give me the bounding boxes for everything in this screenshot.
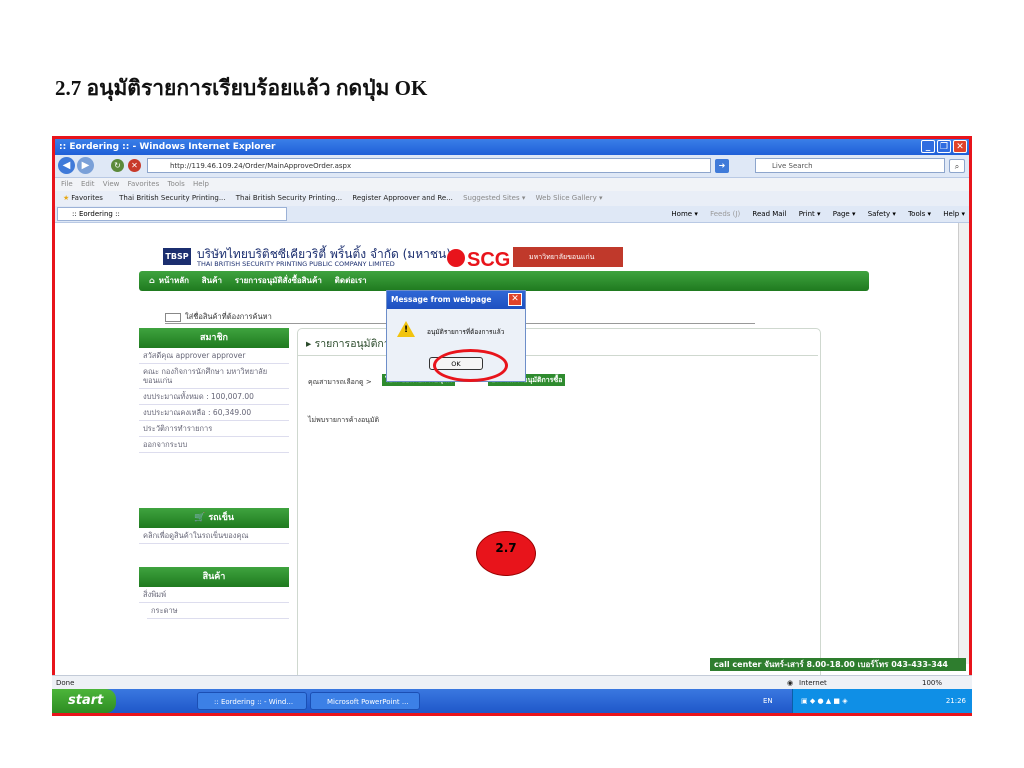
products-box: สินค้า สิ่งพิมพ์ กระดาษ: [139, 567, 289, 619]
product-category-paper[interactable]: กระดาษ: [147, 603, 289, 619]
no-pending-text: ไม่พบรายการค้างอนุมัติ: [308, 416, 380, 424]
cart-title-text: รถเข็น: [208, 513, 235, 523]
member-history-link[interactable]: ประวัติการทำรายการ: [139, 421, 289, 437]
dialog-message: อนุมัติรายการที่ต้องการแล้ว: [427, 328, 505, 336]
menu-bar: File Edit View Favorites Tools Help: [55, 178, 969, 191]
slide-heading: 2.7 อนุมัติรายการเรียบร้อยแล้ว กดปุ่ม OK: [55, 76, 428, 100]
ok-highlight-ring: [433, 349, 508, 382]
favorite-link[interactable]: Thai British Security Printing...: [119, 194, 225, 202]
home-icon: ⌂: [149, 276, 155, 285]
nav-contact[interactable]: ติดต่อเรา: [335, 276, 367, 285]
university-logo: มหาวิทยาลัยขอนแก่น: [513, 247, 623, 267]
dialog-title-text: Message from webpage: [391, 295, 492, 304]
feeds-button[interactable]: Feeds (J): [710, 210, 740, 218]
task-ie[interactable]: :: Eordering :: - Wind...: [197, 692, 307, 710]
vertical-scrollbar[interactable]: [958, 223, 969, 664]
address-input[interactable]: http://119.46.109.24/Order/MainApproveOr…: [147, 158, 711, 173]
cart-icon: 🛒: [193, 513, 206, 523]
status-bar: Done ◉ Internet 100%: [52, 675, 972, 689]
favorites-button[interactable]: Favorites: [71, 194, 103, 202]
product-category-print[interactable]: สิ่งพิมพ์: [139, 587, 289, 603]
forward-icon[interactable]: ▶: [77, 157, 94, 174]
go-icon[interactable]: ➜: [715, 159, 729, 173]
call-center-banner: call center จันทร์-เสาร์ 8.00-18.00 เบอร…: [710, 658, 966, 671]
tools-button[interactable]: Tools ▾: [908, 210, 931, 218]
warning-mark: !: [404, 325, 409, 335]
page-button[interactable]: Page ▾: [833, 210, 856, 218]
dialog-title: Message from webpage ✕: [387, 291, 525, 309]
member-budget-remaining: งบประมาณคงเหลือ : 60,349.00: [139, 405, 289, 421]
zoom-text[interactable]: 100%: [922, 676, 942, 690]
close-icon[interactable]: ✕: [953, 140, 967, 153]
windows-taskbar: start :: Eordering :: - Wind... Microsof…: [52, 689, 972, 713]
language-indicator[interactable]: EN: [763, 689, 773, 713]
favorites-bar: ★ Favorites Thai British Security Printin…: [55, 191, 969, 206]
clock: 21:26: [945, 697, 966, 705]
globe-icon: ◉: [787, 679, 794, 687]
menu-file[interactable]: File: [61, 180, 73, 188]
favorite-link[interactable]: Suggested Sites ▾: [463, 194, 525, 202]
start-button[interactable]: start: [52, 689, 116, 713]
back-icon[interactable]: ◀: [58, 157, 75, 174]
member-logout-link[interactable]: ออกจากระบบ: [139, 437, 289, 453]
favorite-link[interactable]: Register Approover and Re...: [352, 194, 453, 202]
stop-icon[interactable]: ✕: [128, 159, 141, 172]
maximize-icon[interactable]: ❐: [937, 140, 951, 153]
member-title: สมาชิก: [139, 328, 289, 348]
member-budget-total: งบประมาณทั้งหมด : 100,007.00: [139, 389, 289, 405]
safety-button[interactable]: Safety ▾: [868, 210, 896, 218]
keyboard-icon: [165, 312, 181, 322]
tray-icons: ▣ ◆ ● ▲ ■ ◈: [801, 697, 848, 705]
company-name-en: THAI BRITISH SECURITY PRINTING PUBLIC CO…: [197, 260, 395, 268]
panel-divider: [298, 355, 818, 356]
minimize-icon[interactable]: _: [921, 140, 935, 153]
scg-emblem-icon: [447, 249, 465, 267]
nav-home[interactable]: หน้าหลัก: [159, 276, 189, 285]
main-nav: ⌂ หน้าหลัก สินค้า รายการอนุมัติสั่งซื้อสิ…: [139, 271, 869, 291]
member-box: สมาชิก สวัสดีคุณ approver approver คณะ ก…: [139, 328, 289, 453]
nav-approvals[interactable]: รายการอนุมัติสั่งซื้อสินค้า: [235, 276, 322, 285]
scg-logo: SCG: [467, 249, 511, 271]
read-mail-button[interactable]: Read Mail: [752, 210, 786, 218]
cart-box: 🛒 รถเข็น คลิกเพื่อดูสินค้าในรถเข็นของคุณ: [139, 508, 289, 544]
product-search-hint: ใส่ชื่อสินค้าที่ต้องการค้นหา: [185, 312, 272, 321]
refresh-icon[interactable]: ↻: [111, 159, 124, 172]
menu-edit[interactable]: Edit: [81, 180, 95, 188]
tab-bar: :: Eordering :: Home ▾ Feeds (J) Read Ma…: [55, 206, 969, 223]
favorite-link[interactable]: Thai British Security Printing...: [236, 194, 342, 202]
command-bar: Home ▾ Feeds (J) Read Mail Print ▾ Page …: [661, 206, 965, 222]
step-marker: 2.7: [476, 531, 536, 576]
menu-view[interactable]: View: [103, 180, 120, 188]
cart-view-link[interactable]: คลิกเพื่อดูสินค้าในรถเข็นของคุณ: [139, 528, 289, 544]
address-toolbar: ◀ ▶ ↻ ✕ http://119.46.109.24/Order/MainA…: [55, 155, 969, 178]
browser-window: :: Eordering :: - Windows Internet Explo…: [52, 136, 972, 716]
system-tray: EN ▣ ◆ ● ▲ ■ ◈ 21:26: [763, 689, 972, 713]
favorite-link[interactable]: Web Slice Gallery ▾: [536, 194, 603, 202]
dialog-close-icon[interactable]: ✕: [508, 293, 522, 306]
home-button[interactable]: Home ▾: [671, 210, 697, 218]
tab-eordering[interactable]: :: Eordering ::: [57, 207, 287, 221]
print-button[interactable]: Print ▾: [799, 210, 821, 218]
member-faculty: คณะ กองกิจการนักศึกษา มหาวิทยาลัยขอนแก่น: [139, 364, 289, 389]
window-title: :: Eordering :: - Windows Internet Explo…: [59, 142, 276, 152]
search-icon[interactable]: ⌕: [949, 159, 965, 173]
window-titlebar: :: Eordering :: - Windows Internet Explo…: [55, 139, 969, 155]
search-input[interactable]: Live Search: [755, 158, 945, 173]
help-button[interactable]: Help ▾: [943, 210, 965, 218]
cart-title: 🛒 รถเข็น: [139, 508, 289, 528]
star-icon: ★: [63, 194, 70, 202]
choose-label: คุณสามารถเลือกดู >: [308, 378, 372, 386]
menu-tools[interactable]: Tools: [167, 180, 184, 188]
task-powerpoint[interactable]: Microsoft PowerPoint ...: [310, 692, 420, 710]
zone-text: Internet: [799, 679, 827, 687]
nav-products[interactable]: สินค้า: [202, 276, 222, 285]
status-text: Done: [56, 679, 75, 687]
tbsp-logo: TBSP: [163, 248, 191, 265]
menu-favorites[interactable]: Favorites: [128, 180, 160, 188]
member-greeting: สวัสดีคุณ approver approver: [139, 348, 289, 364]
products-title: สินค้า: [139, 567, 289, 587]
menu-help[interactable]: Help: [193, 180, 209, 188]
